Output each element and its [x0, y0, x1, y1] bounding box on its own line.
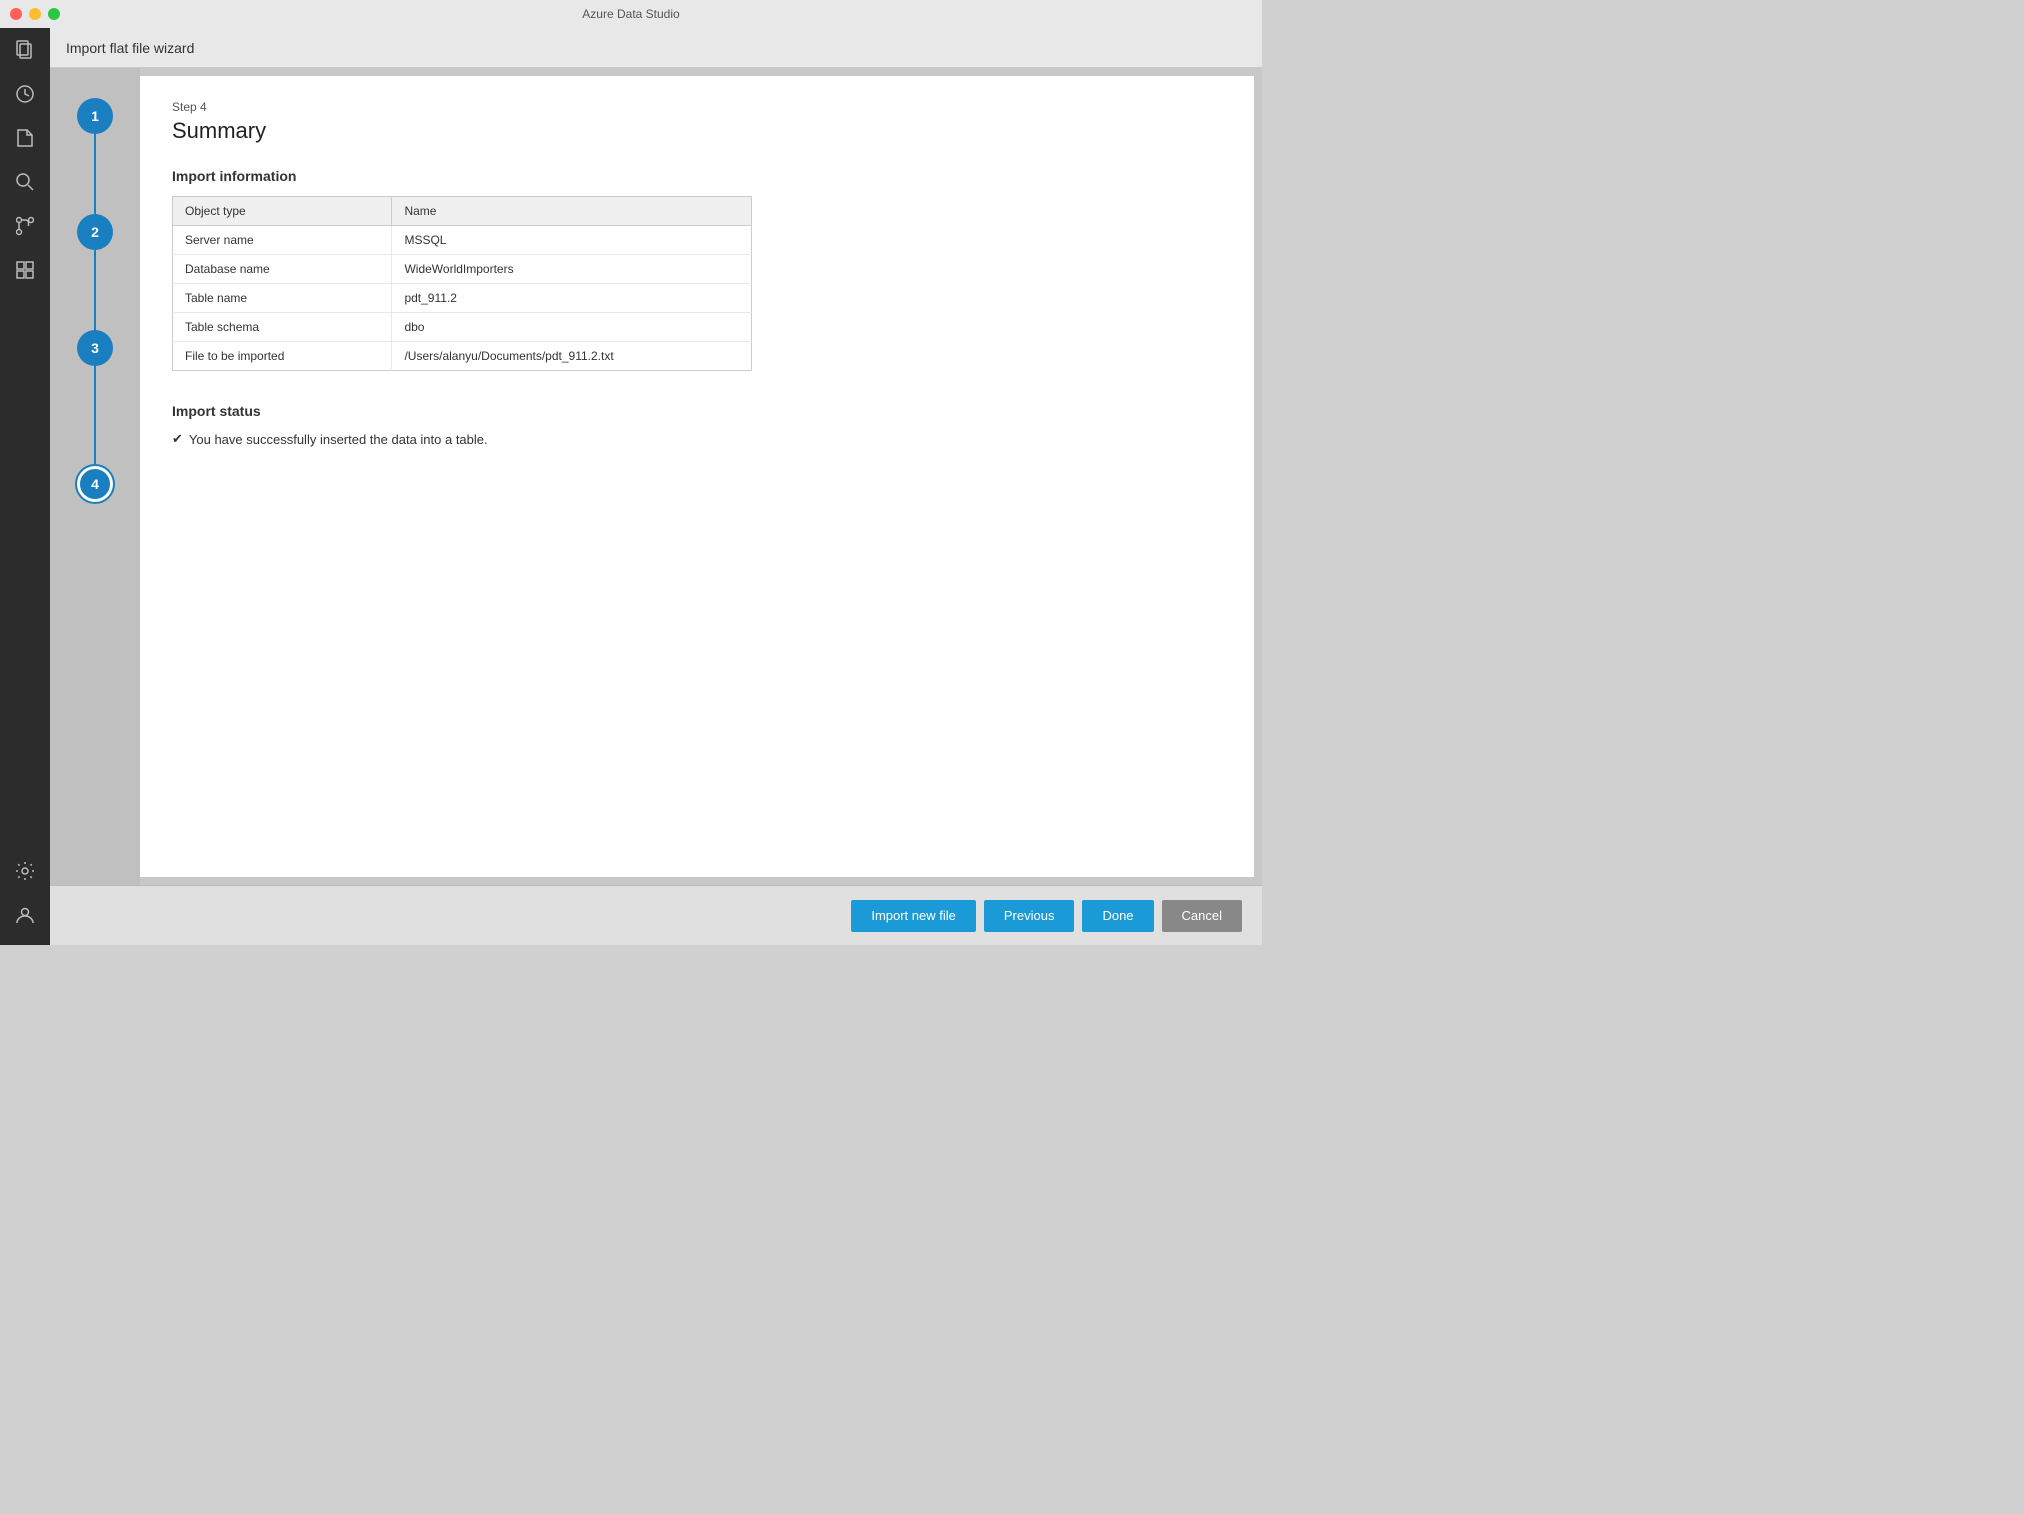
import-info-table: Object type Name Server nameMSSQLDatabas…	[172, 196, 752, 371]
step-1: 1	[77, 98, 113, 214]
account-icon[interactable]	[0, 893, 50, 937]
cell-object-type: Database name	[173, 255, 392, 284]
step-line-3	[94, 366, 96, 466]
maximize-button[interactable]	[48, 8, 60, 20]
bottom-bar: Import new file Previous Done Cancel	[50, 885, 1262, 945]
step-circle-2: 2	[77, 214, 113, 250]
window-controls	[10, 8, 60, 20]
table-row: Database nameWideWorldImporters	[173, 255, 752, 284]
panel-header: Import flat file wizard	[50, 28, 1262, 68]
git-icon[interactable]	[0, 204, 50, 248]
close-button[interactable]	[10, 8, 22, 20]
status-text-content: You have successfully inserted the data …	[189, 432, 488, 447]
step-label: Step 4	[172, 100, 1222, 114]
settings-icon[interactable]	[0, 849, 50, 893]
table-row: Table namepdt_911.2	[173, 284, 752, 313]
import-status-heading: Import status	[172, 403, 1222, 419]
table-row: Table schemadbo	[173, 313, 752, 342]
cancel-button[interactable]: Cancel	[1162, 900, 1242, 932]
document-icon[interactable]	[0, 116, 50, 160]
import-status-section: Import status ✔ You have successfully in…	[172, 403, 1222, 447]
table-header-object-type: Object type	[173, 197, 392, 226]
cell-name: pdt_911.2	[392, 284, 752, 313]
done-button[interactable]: Done	[1082, 900, 1153, 932]
wizard-content: Step 4 Summary Import information Object…	[140, 76, 1254, 877]
table-row: Server nameMSSQL	[173, 226, 752, 255]
cell-name: dbo	[392, 313, 752, 342]
table-row: File to be imported/Users/alanyu/Documen…	[173, 342, 752, 371]
step-circle-1: 1	[77, 98, 113, 134]
minimize-button[interactable]	[29, 8, 41, 20]
window-title: Azure Data Studio	[582, 7, 679, 21]
import-new-file-button[interactable]: Import new file	[851, 900, 976, 932]
step-line-1	[94, 134, 96, 214]
step-line-2	[94, 250, 96, 330]
cell-name: WideWorldImporters	[392, 255, 752, 284]
cell-object-type: Server name	[173, 226, 392, 255]
step-3: 3	[77, 330, 113, 466]
step-2: 2	[77, 214, 113, 330]
status-message: ✔ You have successfully inserted the dat…	[172, 431, 1222, 447]
wizard-stepper: 1 2 3 4	[50, 68, 140, 885]
history-icon[interactable]	[0, 72, 50, 116]
previous-button[interactable]: Previous	[984, 900, 1075, 932]
cell-object-type: Table name	[173, 284, 392, 313]
files-icon[interactable]	[0, 28, 50, 72]
checkmark-icon: ✔	[172, 431, 183, 447]
extensions-icon[interactable]	[0, 248, 50, 292]
search-icon[interactable]	[0, 160, 50, 204]
wizard-title: Import flat file wizard	[66, 40, 194, 56]
import-info-heading: Import information	[172, 168, 1222, 184]
step-title: Summary	[172, 118, 1222, 144]
cell-name: /Users/alanyu/Documents/pdt_911.2.txt	[392, 342, 752, 371]
cell-object-type: Table schema	[173, 313, 392, 342]
cell-name: MSSQL	[392, 226, 752, 255]
table-header-name: Name	[392, 197, 752, 226]
step-circle-3: 3	[77, 330, 113, 366]
activity-bar	[0, 28, 50, 945]
step-4: 4	[77, 466, 113, 502]
titlebar: Azure Data Studio	[0, 0, 1262, 28]
cell-object-type: File to be imported	[173, 342, 392, 371]
step-circle-4: 4	[77, 466, 113, 502]
